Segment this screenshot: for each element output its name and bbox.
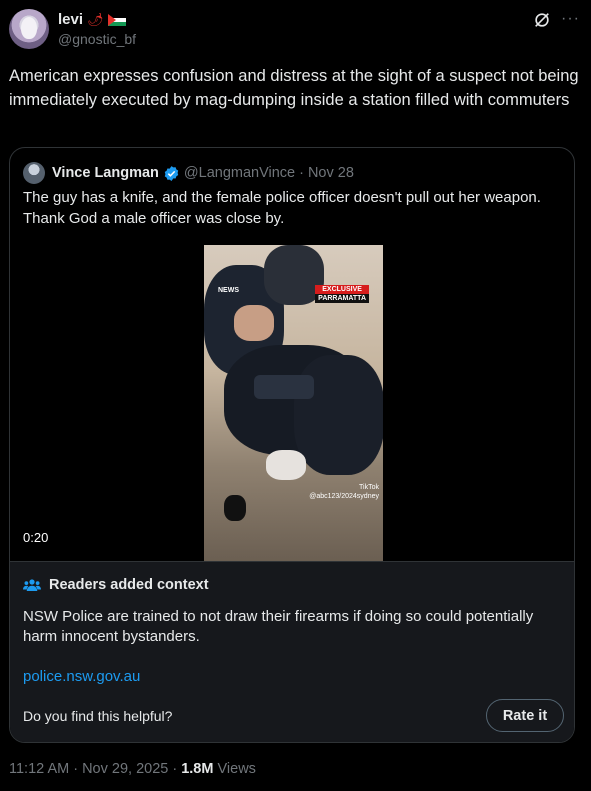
exclusive-label: EXCLUSIVE — [315, 285, 369, 294]
community-notes-title: Readers added context — [49, 577, 209, 593]
timestamp[interactable]: 11:12 AM · Nov 29, 2025 · — [9, 761, 181, 777]
author-avatar[interactable] — [9, 9, 49, 49]
source-link[interactable]: police.nsw.gov.au — [23, 668, 140, 685]
location-label: PARRAMATTA — [315, 294, 369, 303]
community-notes-body: NSW Police are trained to not draw their… — [23, 608, 534, 645]
palestine-flag-icon — [107, 13, 126, 26]
quote-author-handle[interactable]: @LangmanVince — [184, 165, 295, 181]
chili-pepper-icon: 🌶 — [87, 11, 104, 27]
news-logo: NEWS — [218, 287, 239, 294]
more-options-icon[interactable]: ··· — [561, 11, 579, 29]
views-count[interactable]: 1.8M — [181, 761, 213, 777]
quote-author-name[interactable]: Vince Langman — [52, 165, 159, 181]
tiktok-handle: @abc123/2024sydney — [309, 493, 379, 500]
views-label: Views — [213, 761, 256, 777]
community-notes-header: Readers added context — [23, 577, 209, 593]
helpful-question: Do you find this helpful? — [23, 708, 173, 724]
tweet-text: American expresses confusion and distres… — [9, 67, 579, 109]
quote-text: The guy has a knife, and the female poli… — [23, 189, 541, 227]
tiktok-brand: TikTok — [359, 484, 379, 491]
quote-separator: · — [299, 165, 304, 181]
verified-badge-icon — [164, 165, 179, 181]
author-handle[interactable]: @gnostic_bf — [58, 31, 136, 47]
grok-icon[interactable] — [533, 11, 551, 29]
people-icon — [23, 579, 41, 591]
rate-it-button[interactable]: Rate it — [486, 699, 564, 732]
community-notes: Readers added context NSW Police are tra… — [10, 561, 574, 742]
quote-date[interactable]: Nov 28 — [308, 165, 354, 181]
quote-author-avatar[interactable] — [23, 162, 45, 184]
quoted-tweet[interactable]: Vince Langman @LangmanVince · Nov 28 The… — [9, 147, 575, 743]
video-duration: 0:20 — [23, 530, 49, 545]
tweet-header: levi 🌶 @gnostic_bf ··· — [9, 9, 579, 51]
author-name[interactable]: levi — [58, 11, 83, 28]
video-player[interactable]: NEWS EXCLUSIVE PARRAMATTA TikTok @abc123… — [10, 243, 574, 561]
quote-header: Vince Langman @LangmanVince · Nov 28 — [23, 162, 354, 184]
exclusive-badge: EXCLUSIVE PARRAMATTA — [315, 285, 369, 303]
author-name-row: levi 🌶 — [58, 11, 126, 28]
tweet-meta: 11:12 AM · Nov 29, 2025 · 1.8M Views — [9, 761, 256, 777]
video-frame[interactable]: NEWS EXCLUSIVE PARRAMATTA TikTok @abc123… — [204, 245, 383, 561]
tiktok-watermark: TikTok @abc123/2024sydney — [309, 483, 379, 501]
